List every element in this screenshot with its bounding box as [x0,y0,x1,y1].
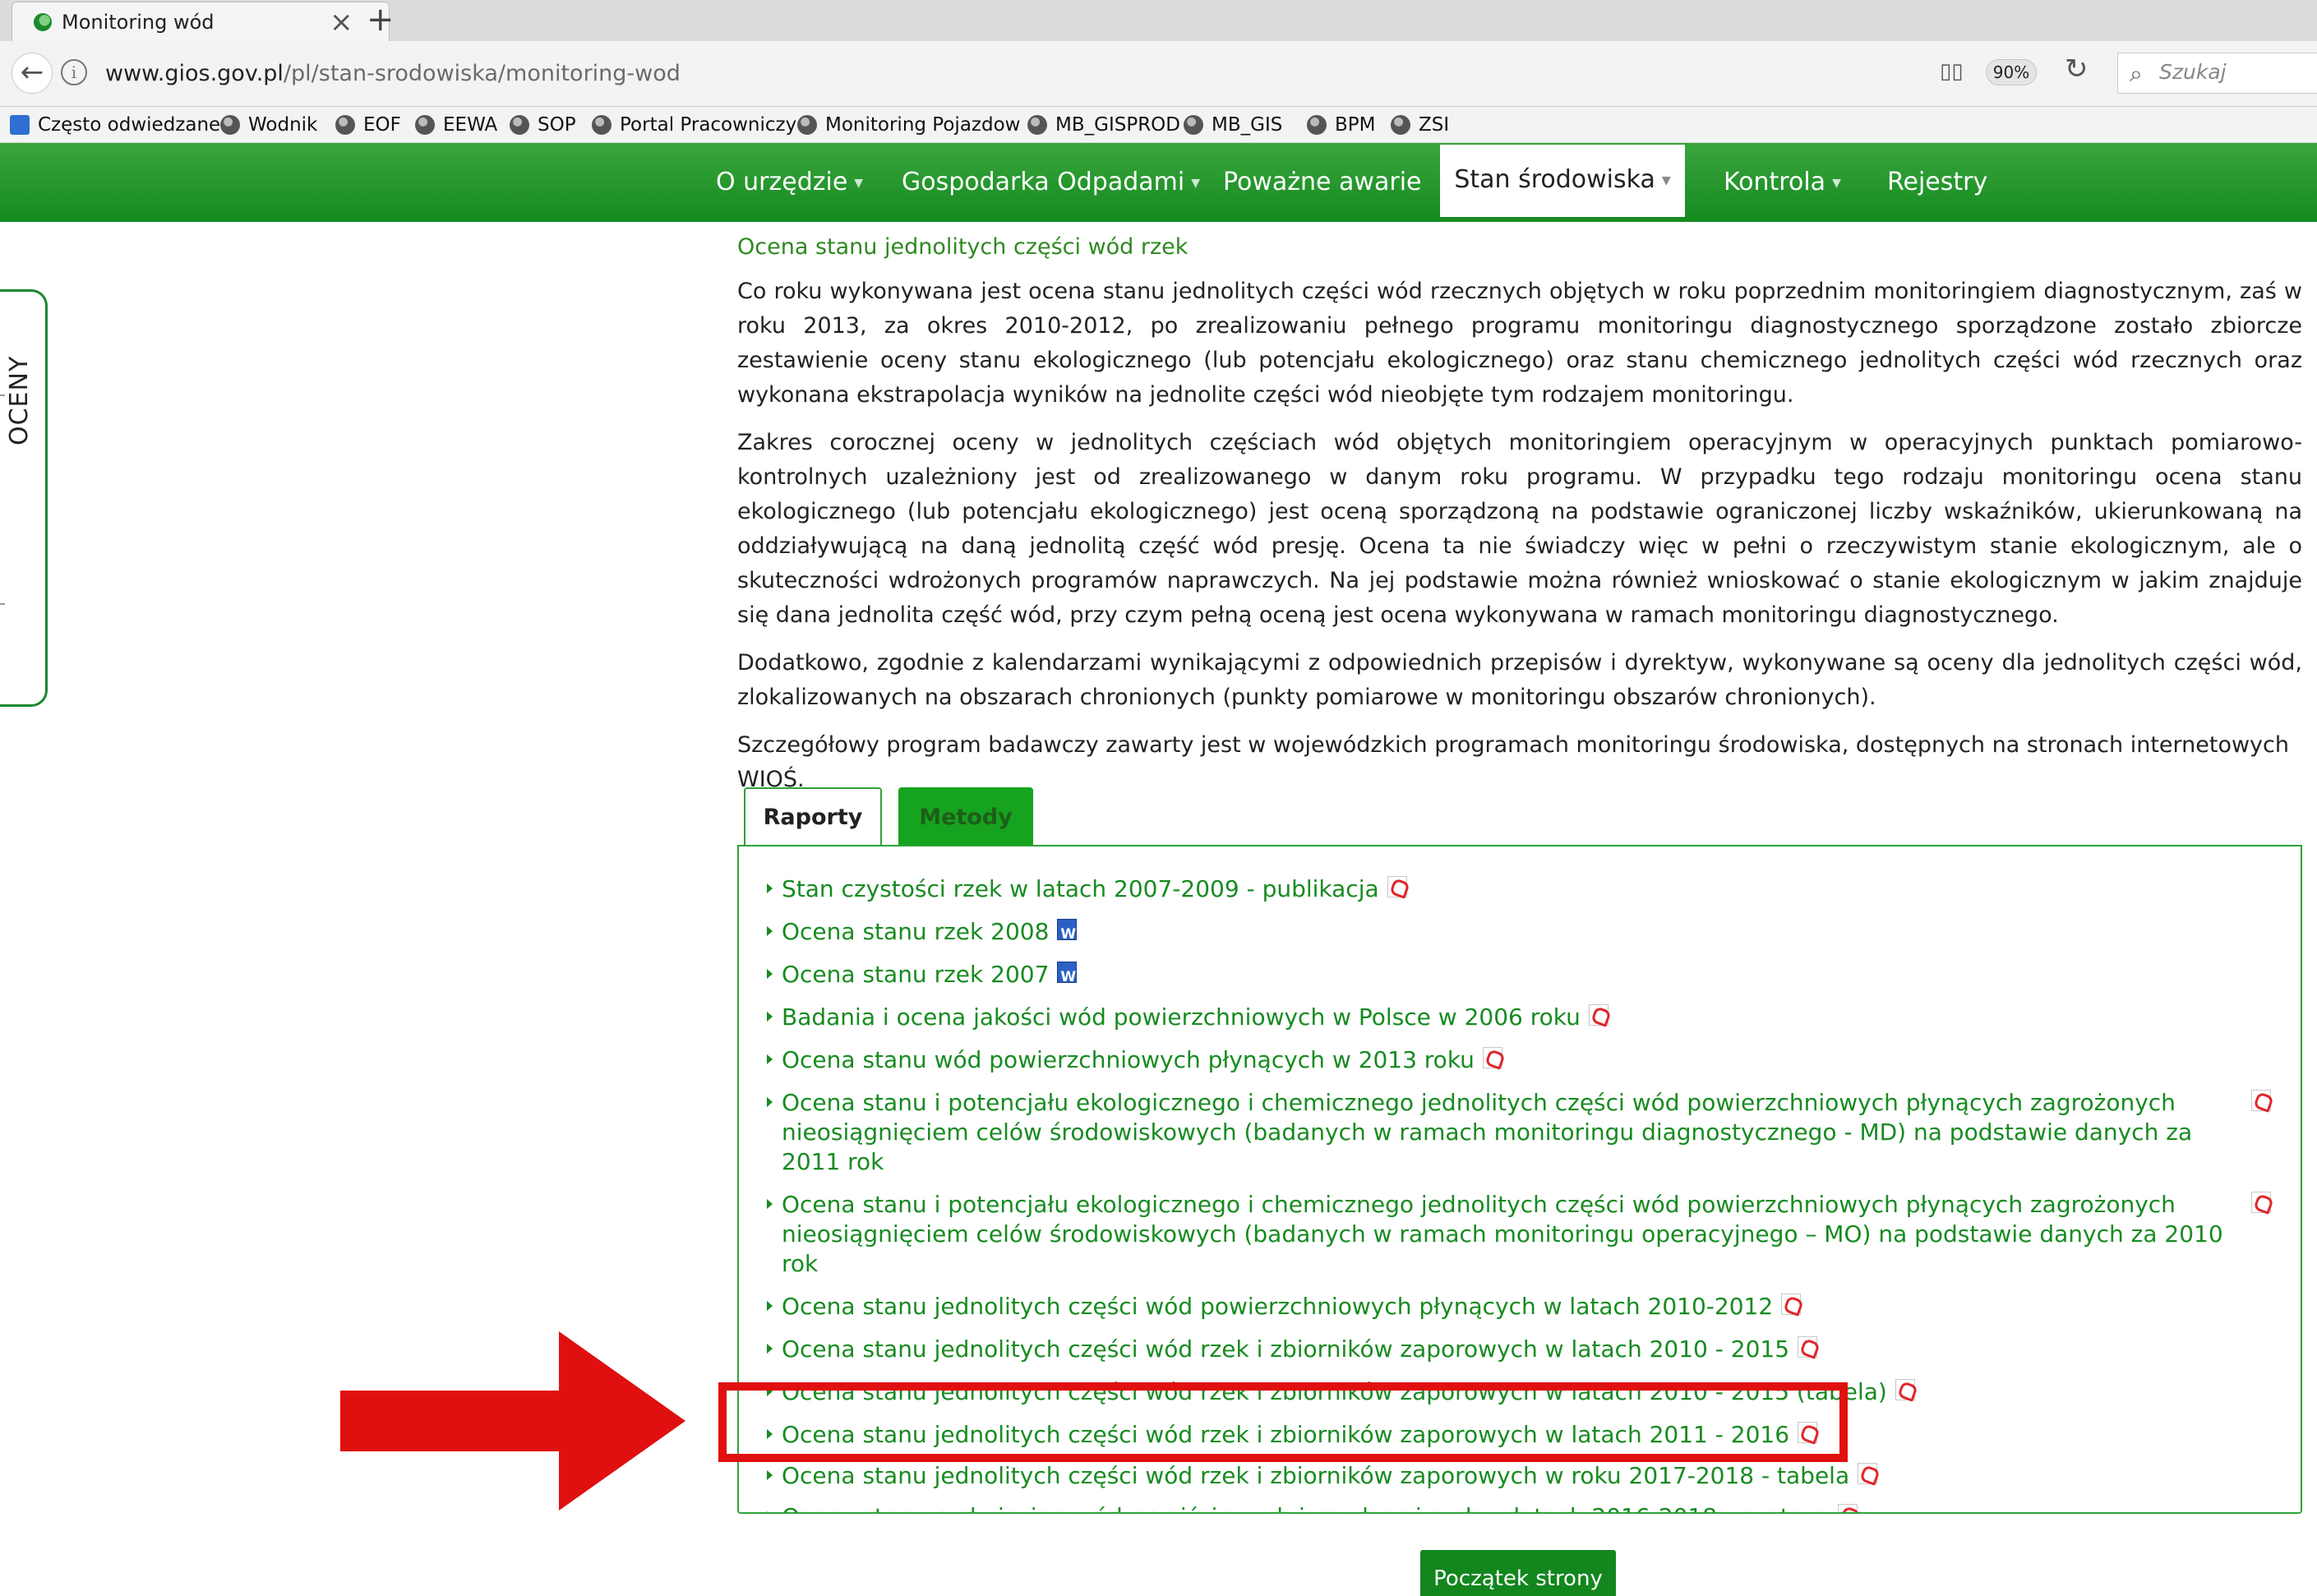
globe-icon [1184,115,1203,135]
side-tab-label: OCENY [5,355,34,445]
content-paragraph: Co roku wykonywana jest ocena stanu jedn… [737,279,2302,408]
report-link[interactable]: Ocena stanu jednolitych części wód rzek … [767,1335,2271,1364]
new-tab-icon[interactable]: + [367,0,395,39]
zoom-level-badge[interactable]: 90% [1986,59,2037,85]
globe-icon [335,115,355,135]
reader-view-icon[interactable]: ▯▯ [1940,59,1968,84]
browser-tab-title: Monitoring wód [62,11,215,34]
globe-icon [1391,115,1410,135]
pdf-file-icon[interactable] [2251,1192,2271,1213]
content-paragraph: Dodatkowo, zgodnie z kalendarzami wynika… [737,650,2302,710]
bookmark-item[interactable]: MB_GISPROD [1027,112,1180,138]
main-content: Ocena stanu jednolitych części wód rzek … [737,228,2302,810]
globe-icon [1027,115,1047,135]
report-link[interactable]: Badania i ocena jakości wód powierzchnio… [767,1003,2271,1032]
browser-tab[interactable]: Monitoring wód × [12,2,390,41]
bookmark-item[interactable]: Portal Pracowniczy [592,112,796,138]
bookmark-item[interactable]: MB_GIS [1184,112,1282,138]
report-link[interactable]: Ocena stanu jednolitych części wód powie… [767,1292,2271,1322]
pdf-file-icon[interactable] [1482,1047,1502,1068]
chevron-down-icon: ▼ [1191,176,1201,190]
chevron-down-icon: ▼ [1661,173,1671,187]
tab-raporty[interactable]: Raporty [744,787,882,846]
url-path: /pl/stan-srodowiska/monitoring-wod [283,61,681,86]
content-paragraph: Zakres corocznej oceny w jednolitych czę… [737,430,2302,628]
bookmark-item[interactable]: BPM [1307,112,1376,138]
search-input[interactable] [2159,60,2307,84]
browser-navigation-bar: ← i www.gios.gov.pl/pl/stan-srodowiska/m… [0,41,2317,107]
menu-item-gospodarka-odpadami[interactable]: Gospodarka Odpadami ▼ [902,143,1200,222]
chevron-down-icon: ▼ [854,176,864,190]
menu-item-kontrola[interactable]: Kontrola ▼ [1724,143,1841,222]
section-heading: Ocena stanu jednolitych części wód rzek [737,234,1189,260]
globe-icon [1307,115,1327,135]
bookmark-item[interactable]: Monitoring Pojazdow [797,112,1020,138]
site-favicon-icon [34,13,52,31]
report-link-highlighted[interactable]: Ocena stanu jednolitych części wód rzek … [767,1461,2271,1491]
menu-item-stan-srodowiska[interactable]: Stan środowiska ▼ [1440,145,1685,217]
report-link[interactable]: Ocena stanu rzek 2007 [767,960,2271,992]
highlight-box [718,1382,1848,1462]
bookmark-item[interactable]: EEWA [415,112,497,138]
address-bar[interactable]: www.gios.gov.pl/pl/stan-srodowiska/monit… [105,61,681,86]
globe-icon [510,115,529,135]
bookmarks-bar: Często odwiedzane Wodnik EOF EEWA SOP Po… [0,107,2317,143]
reload-icon[interactable]: ↻ [2065,53,2089,85]
side-tab-oceny[interactable] [0,289,48,707]
pdf-file-icon[interactable] [1858,1463,1878,1484]
pdf-file-icon[interactable] [2251,1090,2271,1111]
report-link[interactable]: Ocena stanu rzek 2008 [767,917,2271,949]
report-link[interactable]: Ocena stanu rzek, jezior, wód przejściow… [767,1502,2271,1512]
menu-item-powazne-awarie[interactable]: Poważne awarie [1223,143,1421,222]
bookmark-item[interactable]: ZSI [1391,112,1449,138]
browser-tab-strip: Monitoring wód × + [0,0,2317,41]
close-tab-icon[interactable]: × [330,6,353,39]
word-document-icon[interactable] [1057,962,1078,992]
bookmark-folder-icon [10,115,30,135]
site-info-icon[interactable]: i [61,59,87,85]
red-arrow-icon [340,1331,685,1511]
bookmark-item[interactable]: SOP [510,112,576,138]
pdf-file-icon[interactable] [1798,1336,1818,1358]
bookmark-item[interactable]: Wodnik [220,112,317,138]
report-link[interactable]: Ocena stanu i potencjału ekologicznego i… [767,1190,2271,1279]
menu-item-rejestry[interactable]: Rejestry [1887,143,1987,222]
pdf-file-icon[interactable] [1837,1504,1858,1512]
pdf-file-icon[interactable] [1781,1294,1802,1315]
globe-icon [220,115,240,135]
tab-metody[interactable]: Metody [898,787,1033,846]
site-main-menu: O urzędzie ▼ Gospodarka Odpadami ▼ Poważne… [0,143,2317,222]
url-host: www.gios.gov.pl [105,61,284,86]
pdf-file-icon[interactable] [1387,876,1407,897]
chevron-down-icon: ▼ [1832,176,1841,190]
globe-icon [592,115,612,135]
pdf-file-icon[interactable] [1588,1004,1609,1026]
side-divider [0,603,5,605]
bookmark-item[interactable]: EOF [335,112,401,138]
report-link[interactable]: Ocena stanu wód powierzchniowych płynący… [767,1045,2271,1075]
search-icon: ⌕ [2130,60,2143,87]
pdf-file-icon[interactable] [1895,1379,1915,1400]
search-box[interactable]: ⌕ [2117,53,2317,94]
back-to-top-button[interactable]: Początek strony [1420,1550,1616,1596]
word-document-icon[interactable] [1057,919,1078,949]
globe-icon [797,115,817,135]
back-arrow-icon[interactable]: ← [12,53,53,94]
report-link[interactable]: Stan czystości rzek w latach 2007-2009 -… [767,874,2271,904]
menu-item-o-urzedzie[interactable]: O urzędzie ▼ [716,143,863,222]
globe-icon [415,115,435,135]
bookmark-item[interactable]: Często odwiedzane [10,112,220,138]
report-link[interactable]: Ocena stanu i potencjału ekologicznego i… [767,1088,2271,1177]
